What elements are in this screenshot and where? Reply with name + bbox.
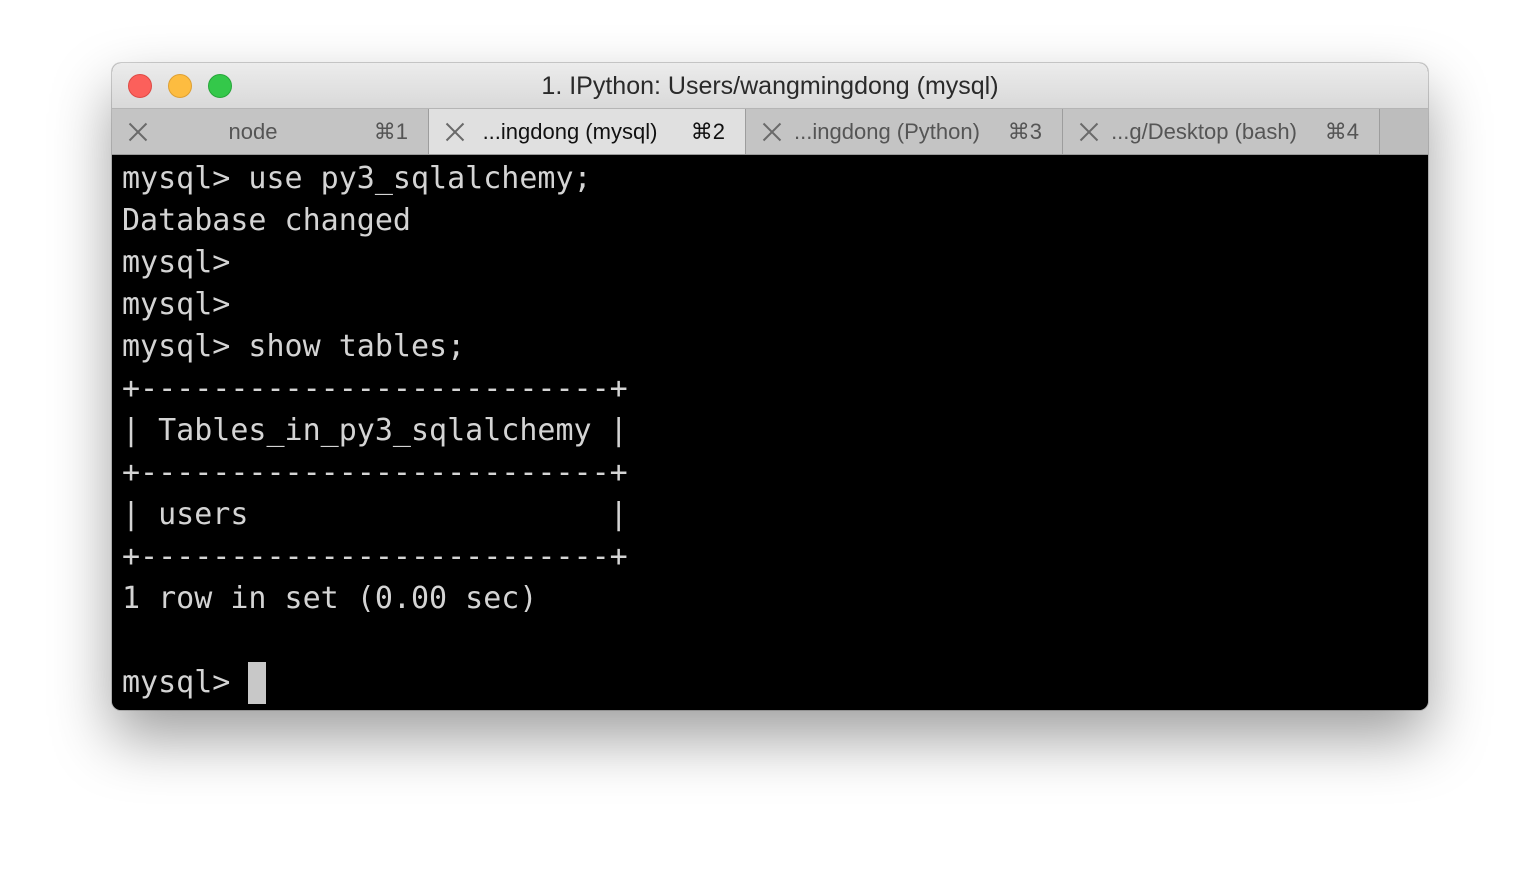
tab-shortcut: ⌘4 <box>1324 119 1359 144</box>
tab-bar: node ⌘1 ...ingdong (mysql) ⌘2 ...ingdong… <box>112 109 1428 155</box>
terminal-line: +--------------------------+ <box>122 371 628 406</box>
tab-label: ...g/Desktop (bash) <box>1111 119 1297 144</box>
close-icon[interactable] <box>1079 122 1099 142</box>
terminal-prompt-line[interactable]: mysql> <box>122 662 1428 704</box>
tab-python[interactable]: ...ingdong (Python) ⌘3 <box>746 109 1063 154</box>
terminal-line: | users | <box>122 497 628 532</box>
window-title: 1. IPython: Users/wangmingdong (mysql) <box>541 72 999 100</box>
terminal-line: | Tables_in_py3_sqlalchemy | <box>122 413 628 448</box>
tab-bash[interactable]: ...g/Desktop (bash) ⌘4 <box>1063 109 1380 154</box>
terminal-output[interactable]: mysql> use py3_sqlalchemy; Database chan… <box>112 155 1428 710</box>
terminal-line: Database changed <box>122 203 411 238</box>
tab-shortcut: ⌘1 <box>373 119 408 144</box>
terminal-prompt: mysql> <box>122 665 249 700</box>
tab-bar-filler <box>1380 109 1428 154</box>
terminal-line: +--------------------------+ <box>122 455 628 490</box>
text-cursor <box>248 662 267 704</box>
terminal-line: mysql> <box>122 245 231 280</box>
tab-label: ...ingdong (Python) <box>794 119 980 144</box>
terminal-line: mysql> <box>122 287 231 322</box>
tab-label: ...ingdong (mysql) <box>482 119 658 144</box>
title-bar[interactable]: 1. IPython: Users/wangmingdong (mysql) <box>112 63 1428 109</box>
tab-shortcut: ⌘2 <box>690 119 725 144</box>
terminal-line: +--------------------------+ <box>122 539 628 574</box>
terminal-line: mysql> show tables; <box>122 329 466 364</box>
terminal-line: 1 row in set (0.00 sec) <box>122 581 538 616</box>
close-icon[interactable] <box>128 122 148 142</box>
terminal-window: 1. IPython: Users/wangmingdong (mysql) n… <box>112 63 1428 710</box>
close-icon[interactable] <box>762 122 782 142</box>
tab-label: node <box>228 119 278 144</box>
close-icon[interactable] <box>445 122 465 142</box>
tab-shortcut: ⌘3 <box>1007 119 1042 144</box>
terminal-line: mysql> use py3_sqlalchemy; <box>122 161 592 196</box>
tab-node[interactable]: node ⌘1 <box>112 109 429 154</box>
tab-mysql[interactable]: ...ingdong (mysql) ⌘2 <box>429 109 746 154</box>
